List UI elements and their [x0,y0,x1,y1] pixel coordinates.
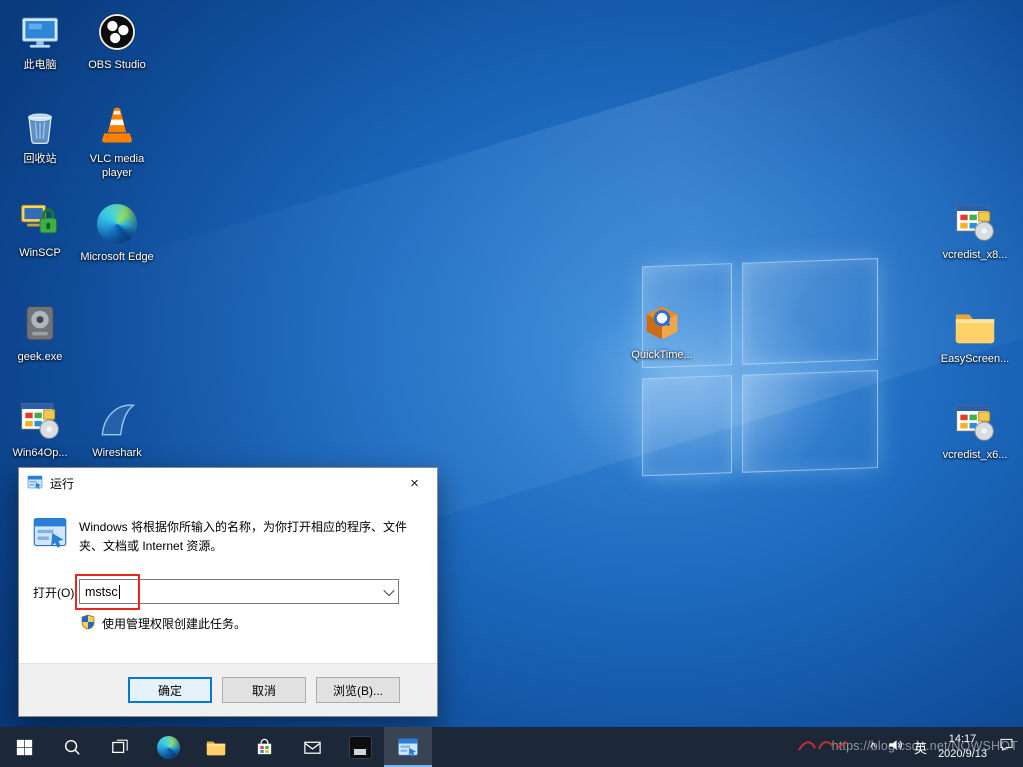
desktop-icon-obs-studio[interactable]: OBS Studio [79,8,155,72]
logo-pane [742,370,878,473]
action-center-icon[interactable] [998,736,1015,758]
desktop-icon-vlc[interactable]: VLC media player [79,102,155,181]
clock-date: 2020/9/13 [938,747,987,762]
geek-icon [16,300,64,348]
text-caret [119,585,120,599]
edge-icon [93,200,141,248]
icon-label: Wireshark [92,446,142,460]
desktop-icon-wireshark[interactable]: Wireshark [79,396,155,460]
ok-button[interactable]: 确定 [128,677,212,703]
taskbar-store[interactable] [240,727,288,767]
store-icon [255,738,274,757]
run-dialog-title: 运行 [50,475,74,492]
search-button[interactable] [48,727,96,767]
volume-icon[interactable] [887,737,903,758]
system-tray: ^ 英 14:17 2020/9/13 [870,727,1023,767]
installer-icon [951,398,999,446]
icon-label: QuickTime... [631,348,692,362]
desktop-icon-geek[interactable]: geek.exe [2,300,78,364]
taskbar-edge[interactable] [144,727,192,767]
obs-icon [93,8,141,56]
desktop-icon-easyscreen[interactable]: EasyScreen... [937,302,1013,366]
search-icon [63,738,81,756]
desktop-icon-winscp[interactable]: WinSCP [2,196,78,260]
windows-desktop: 此电脑 OBS Studio 回收站 VLC media player WinS… [0,0,1023,767]
taskbar-app-dark[interactable] [336,727,384,767]
icon-label: Microsoft Edge [80,250,153,264]
run-description: Windows 将根据你所输入的名称，为你打开相应的程序、文件夹、文档或 Int… [79,518,415,555]
taskbar-file-explorer[interactable] [192,727,240,767]
icon-label: VLC media player [79,152,155,181]
desktop-icon-vcredist-x86[interactable]: vcredist_x8... [937,198,1013,262]
chevron-down-icon [383,584,394,595]
windows-logo-icon [16,739,33,756]
icon-label: geek.exe [18,350,63,364]
edge-icon [157,736,180,759]
clock-time: 14:17 [938,732,987,747]
taskbar-mail[interactable] [288,727,336,767]
installer-icon [951,198,999,246]
desktop-icon-this-pc[interactable]: 此电脑 [2,8,78,72]
dark-app-icon [349,736,372,759]
icon-label: OBS Studio [88,58,145,72]
logo-pane [642,375,732,476]
run-icon [27,474,43,493]
quicktime-icon [638,298,686,346]
run-window-icon [397,736,419,758]
close-icon: × [410,475,419,492]
admin-note: 使用管理权限创建此任务。 [102,615,246,632]
cancel-button[interactable]: 取消 [222,677,306,703]
taskbar-run-active[interactable] [384,727,432,767]
taskbar-clock[interactable]: 14:17 2020/9/13 [938,732,987,762]
desktop-icon-quicktime[interactable]: QuickTime... [624,298,700,362]
wallpaper-glow [520,255,880,525]
logo-pane [742,258,878,365]
windows-logo-wallpaper [642,258,888,481]
winscp-icon [16,196,64,244]
task-view-icon [111,738,129,756]
open-label: 打开(O): [33,584,78,601]
icon-label: EasyScreen... [941,352,1009,366]
close-button[interactable]: × [392,468,437,498]
admin-note-row: 使用管理权限创建此任务。 [80,614,246,633]
run-dialog: 运行 × Windows 将根据你所输入的名称，为你打开相应的程序、文件夹、文档… [18,467,438,717]
icon-label: 回收站 [24,152,57,166]
ime-indicator[interactable]: 英 [914,738,927,757]
mail-icon [303,738,322,757]
icon-label: vcredist_x6... [943,448,1008,462]
run-command-combobox[interactable]: mstsc [79,579,399,604]
desktop-icon-win64op[interactable]: Win64Op... [2,396,78,460]
task-view-button[interactable] [96,727,144,767]
icon-label: Win64Op... [12,446,67,460]
run-dialog-button-row: 确定 取消 浏览(B)... [19,663,437,716]
folder-icon [951,302,999,350]
desktop-icon-recycle-bin[interactable]: 回收站 [2,102,78,166]
vlc-icon [93,102,141,150]
hidden-icons-chevron[interactable]: ^ [870,740,876,755]
taskbar: ^ 英 14:17 2020/9/13 [0,727,1023,767]
uac-shield-icon [80,614,96,633]
this-pc-icon [16,8,64,56]
desktop-icon-vcredist-x64[interactable]: vcredist_x6... [937,398,1013,462]
installer-icon [16,396,64,444]
wireshark-icon [93,396,141,444]
icon-label: WinSCP [19,246,61,260]
run-command-value: mstsc [85,585,118,599]
file-explorer-icon [205,736,227,758]
run-icon-large [32,514,68,553]
run-dialog-titlebar[interactable]: 运行 × [19,468,437,498]
recycle-bin-icon [16,102,64,150]
desktop-icon-edge[interactable]: Microsoft Edge [79,200,155,264]
icon-label: vcredist_x8... [943,248,1008,262]
start-button[interactable] [0,727,48,767]
icon-label: 此电脑 [24,58,57,72]
combobox-dropdown-button[interactable] [379,580,398,603]
browse-button[interactable]: 浏览(B)... [316,677,400,703]
